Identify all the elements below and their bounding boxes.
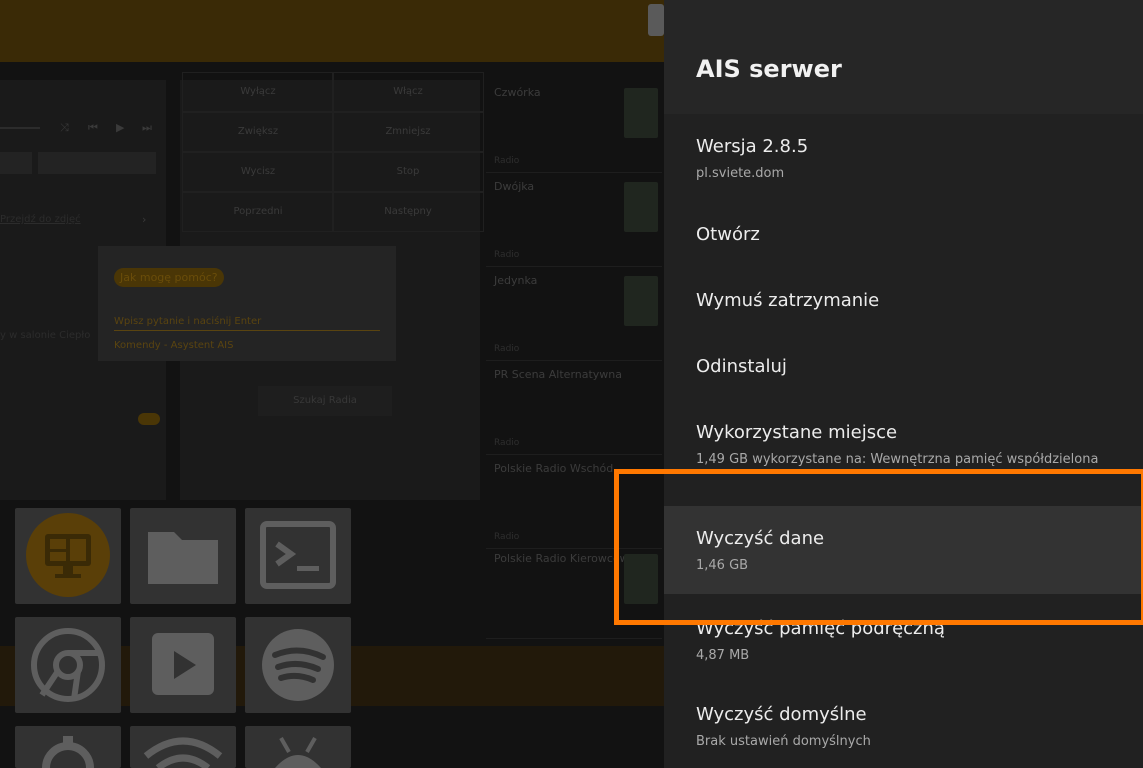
app-tile-wifi[interactable] — [130, 726, 236, 768]
storage-used-label: Wykorzystane miejsce — [696, 422, 898, 443]
shuffle-icon[interactable]: ⤨ — [60, 122, 72, 134]
monitor-icon — [26, 513, 110, 597]
app-tile-browser[interactable] — [15, 617, 121, 713]
app-tile-settings[interactable] — [15, 726, 121, 768]
grid-cell[interactable]: Zwiększ — [182, 112, 334, 152]
play-icon[interactable]: ▶ — [116, 122, 128, 134]
panel-title: AIS serwer — [696, 55, 842, 83]
radio-list-item[interactable]: Polskie Radio Wschód Radio — [486, 456, 662, 549]
terminal-icon — [260, 521, 336, 589]
top-bar-button[interactable] — [648, 4, 664, 36]
clear-data-size: 1,46 GB — [696, 558, 749, 573]
gear-icon — [42, 736, 94, 768]
clear-cache-label: Wyczyść pamięć podręczną — [696, 618, 945, 639]
android-icon — [275, 737, 321, 768]
clear-data-label: Wyczyść dane — [696, 528, 825, 549]
room-note: y w salonie Ciepło — [0, 330, 91, 341]
uninstall-label: Odinstaluj — [696, 356, 787, 377]
force-stop-item[interactable]: Wymuś zatrzymanie — [664, 272, 1143, 328]
grid-cell[interactable]: Wycisz — [182, 152, 334, 192]
radio-list-item[interactable]: Dwójka Radio — [486, 174, 662, 267]
photos-link[interactable]: Przejdź do zdjęć — [0, 214, 81, 225]
grid-cell[interactable]: Wyłącz — [182, 72, 334, 112]
app-tile-player[interactable] — [130, 617, 236, 713]
radio-logo — [624, 182, 658, 232]
force-stop-label: Wymuś zatrzymanie — [696, 290, 880, 311]
like-button[interactable] — [38, 152, 156, 174]
app-tile-android[interactable] — [245, 726, 351, 768]
chrome-icon — [31, 628, 105, 702]
open-item[interactable]: Otwórz — [664, 206, 1143, 262]
radio-logo — [624, 554, 658, 604]
uninstall-item[interactable]: Odinstaluj — [664, 338, 1143, 394]
app-tile-terminal[interactable] — [245, 508, 351, 604]
grid-cell[interactable]: Stop — [332, 152, 484, 192]
app-tile-spotify[interactable] — [245, 617, 351, 713]
grid-cell[interactable]: Zmniejsz — [332, 112, 484, 152]
grid-cell[interactable]: Następny — [332, 192, 484, 232]
panel-header: AIS serwer — [664, 0, 1143, 114]
wifi-icon — [143, 737, 223, 768]
control-button[interactable] — [0, 152, 32, 174]
clear-cache-size: 4,87 MB — [696, 648, 750, 663]
next-icon[interactable]: ⏭ — [142, 122, 154, 134]
previous-icon[interactable]: ⏮ — [88, 122, 100, 134]
radio-logo — [624, 88, 658, 138]
folder-icon — [148, 532, 218, 584]
clear-defaults-label: Wyczyść domyślne — [696, 704, 867, 725]
assistant-dialog: Jak mogę pomóc? Wpisz pytanie i naciśnij… — [98, 246, 396, 361]
version-label: Wersja 2.8.5 — [696, 136, 809, 157]
assistant-prompt-chip[interactable]: Jak mogę pomóc? — [114, 268, 224, 287]
clear-cache-item[interactable]: Wyczyść pamięć podręczną 4,87 MB — [664, 600, 1143, 680]
radio-list-item[interactable]: PR Scena Alternatywna Radio — [486, 362, 662, 455]
clear-data-item[interactable]: Wyczyść dane 1,46 GB — [664, 506, 1143, 594]
app-tile-files[interactable] — [130, 508, 236, 604]
background-app: ⤨ ⏮ ▶ ⏭ Przejdź do zdjęć › y w salonie C… — [0, 0, 664, 768]
radio-list-item[interactable]: Czwórka Radio — [486, 80, 662, 173]
package-name: pl.sviete.dom — [696, 166, 785, 181]
app-tile-dashboard[interactable] — [15, 508, 121, 604]
clear-defaults-item[interactable]: Wyczyść domyślne Brak ustawień domyślnyc… — [664, 688, 1143, 768]
app-info-panel: AIS serwer Wersja 2.8.5 pl.sviete.dom Ot… — [664, 0, 1143, 768]
storage-used-detail: 1,49 GB wykorzystane na: Wewnętrzna pami… — [696, 452, 1099, 467]
grid-cell[interactable]: Poprzedni — [182, 192, 334, 232]
grid-cell[interactable]: Włącz — [332, 72, 484, 112]
radio-logo — [624, 276, 658, 326]
spotify-icon — [262, 629, 334, 701]
open-label: Otwórz — [696, 224, 760, 245]
radio-list-item[interactable]: Polskie Radio Kierowców — [486, 546, 662, 639]
chevron-right-icon: › — [142, 213, 147, 226]
radio-list-item[interactable]: Jedynka Radio — [486, 268, 662, 361]
clear-defaults-detail: Brak ustawień domyślnych — [696, 734, 871, 749]
progress-track — [0, 127, 40, 129]
top-bar — [0, 0, 664, 62]
play-icon — [152, 633, 214, 695]
assistant-commands-link[interactable]: Komendy - Asystent AIS — [114, 340, 233, 351]
search-radio-button[interactable]: Szukaj Radia — [258, 386, 392, 416]
version-item[interactable]: Wersja 2.8.5 pl.sviete.dom — [664, 114, 1143, 194]
assistant-input[interactable]: Wpisz pytanie i naciśnij Enter — [114, 316, 380, 331]
toggle-switch[interactable] — [138, 413, 160, 425]
storage-used-item[interactable]: Wykorzystane miejsce 1,49 GB wykorzystan… — [664, 404, 1143, 500]
